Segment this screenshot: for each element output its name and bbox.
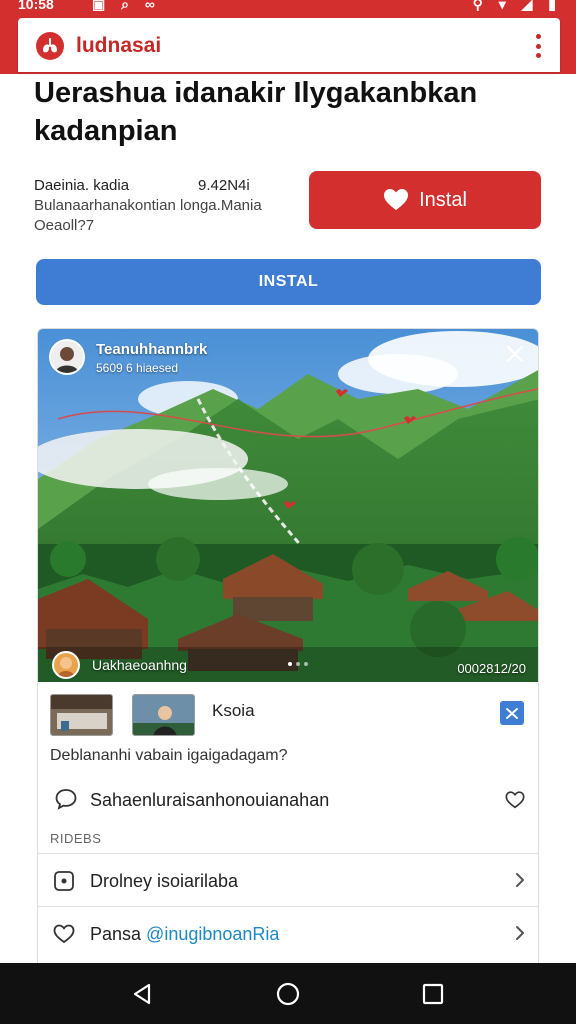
close-icon[interactable] — [504, 343, 526, 365]
author-name[interactable]: Uakhaeoanhng — [92, 657, 187, 673]
status-right-icons: ⚲ ▾ ◢ ▮ — [472, 0, 562, 12]
system-nav-bar — [0, 963, 576, 1024]
app-meta: Daeinia. kadia 9.42N4i Bulanaarhanakonti… — [34, 176, 304, 236]
heart-outline-icon — [52, 922, 76, 946]
mention-link[interactable]: @inugibnoanRia — [146, 924, 279, 944]
author-avatar[interactable] — [52, 651, 80, 679]
status-time: 10:58 — [18, 0, 54, 12]
thumbnail-row-label: Ksoia — [212, 701, 255, 720]
landscape-image — [38, 329, 538, 682]
app-bar: ludnasai — [18, 18, 560, 72]
meta-name: Daeinia. kadia — [34, 177, 130, 194]
poster-subtitle: 5609 6 hiaesed — [96, 361, 179, 375]
list-item-label: Drolney isoiarilaba — [90, 871, 239, 891]
question-text: Deblananhi vabain igaigadagam? — [50, 747, 288, 764]
post-card: Teanuhhannbrk 5609 6 hiaesed Uakhaeoanhn… — [37, 328, 539, 968]
install-blue-button[interactable]: INSTAL — [36, 259, 541, 305]
section-title: RIDEBS — [50, 831, 102, 846]
home-icon[interactable] — [275, 981, 301, 1007]
app-name: ludnasai — [76, 34, 162, 57]
list-item-label: Pansa @inugibnoanRia — [90, 924, 279, 945]
install-button[interactable]: Instal — [309, 171, 541, 229]
record-icon — [52, 869, 76, 893]
heart-outline-icon[interactable] — [504, 789, 526, 811]
heart-icon — [383, 188, 409, 212]
install-button-label: Instal — [419, 188, 467, 211]
page-title: Uerashua idanakir Ilygakanbkan kadanpian — [34, 77, 478, 147]
photo-code: 0002812/20 — [457, 661, 526, 676]
comment-row[interactable]: Sahaenluraisanhonouianahan — [38, 781, 538, 825]
list-item[interactable]: Drolney isoiarilaba — [38, 853, 538, 905]
meta-line-2: Oeaoll?7 — [34, 217, 95, 234]
meta-size: 9.42N4i — [198, 177, 250, 194]
list-item[interactable]: Pansa @inugibnoanRia — [38, 906, 538, 958]
status-bar: 10:58 ▣ ⌕ ∞ ⚲ ▾ ◢ ▮ — [0, 0, 576, 18]
poster-avatar[interactable] — [49, 339, 85, 375]
thumbnail-2[interactable] — [132, 694, 195, 736]
comment-icon — [54, 787, 78, 811]
chevron-right-icon — [514, 924, 526, 942]
post-photo[interactable]: Teanuhhannbrk 5609 6 hiaesed Uakhaeoanhn… — [38, 329, 538, 682]
thumbnail-1[interactable] — [50, 694, 113, 736]
meta-line-1: Bulanaarhanakontian longa.Mania — [34, 197, 262, 214]
kebab-menu-icon[interactable] — [534, 34, 542, 58]
lungs-logo-icon — [36, 32, 64, 60]
image-pager — [288, 662, 308, 666]
back-icon[interactable] — [129, 981, 155, 1007]
chevron-right-icon — [514, 871, 526, 889]
list-item-label-main: Pansa — [90, 924, 147, 944]
recents-icon[interactable] — [420, 981, 446, 1007]
status-left-icons: ▣ ⌕ ∞ — [92, 0, 161, 12]
poster-name[interactable]: Teanuhhannbrk — [96, 341, 207, 358]
checkbox[interactable] — [500, 701, 524, 725]
comment-label: Sahaenluraisanhonouianahan — [90, 790, 330, 810]
